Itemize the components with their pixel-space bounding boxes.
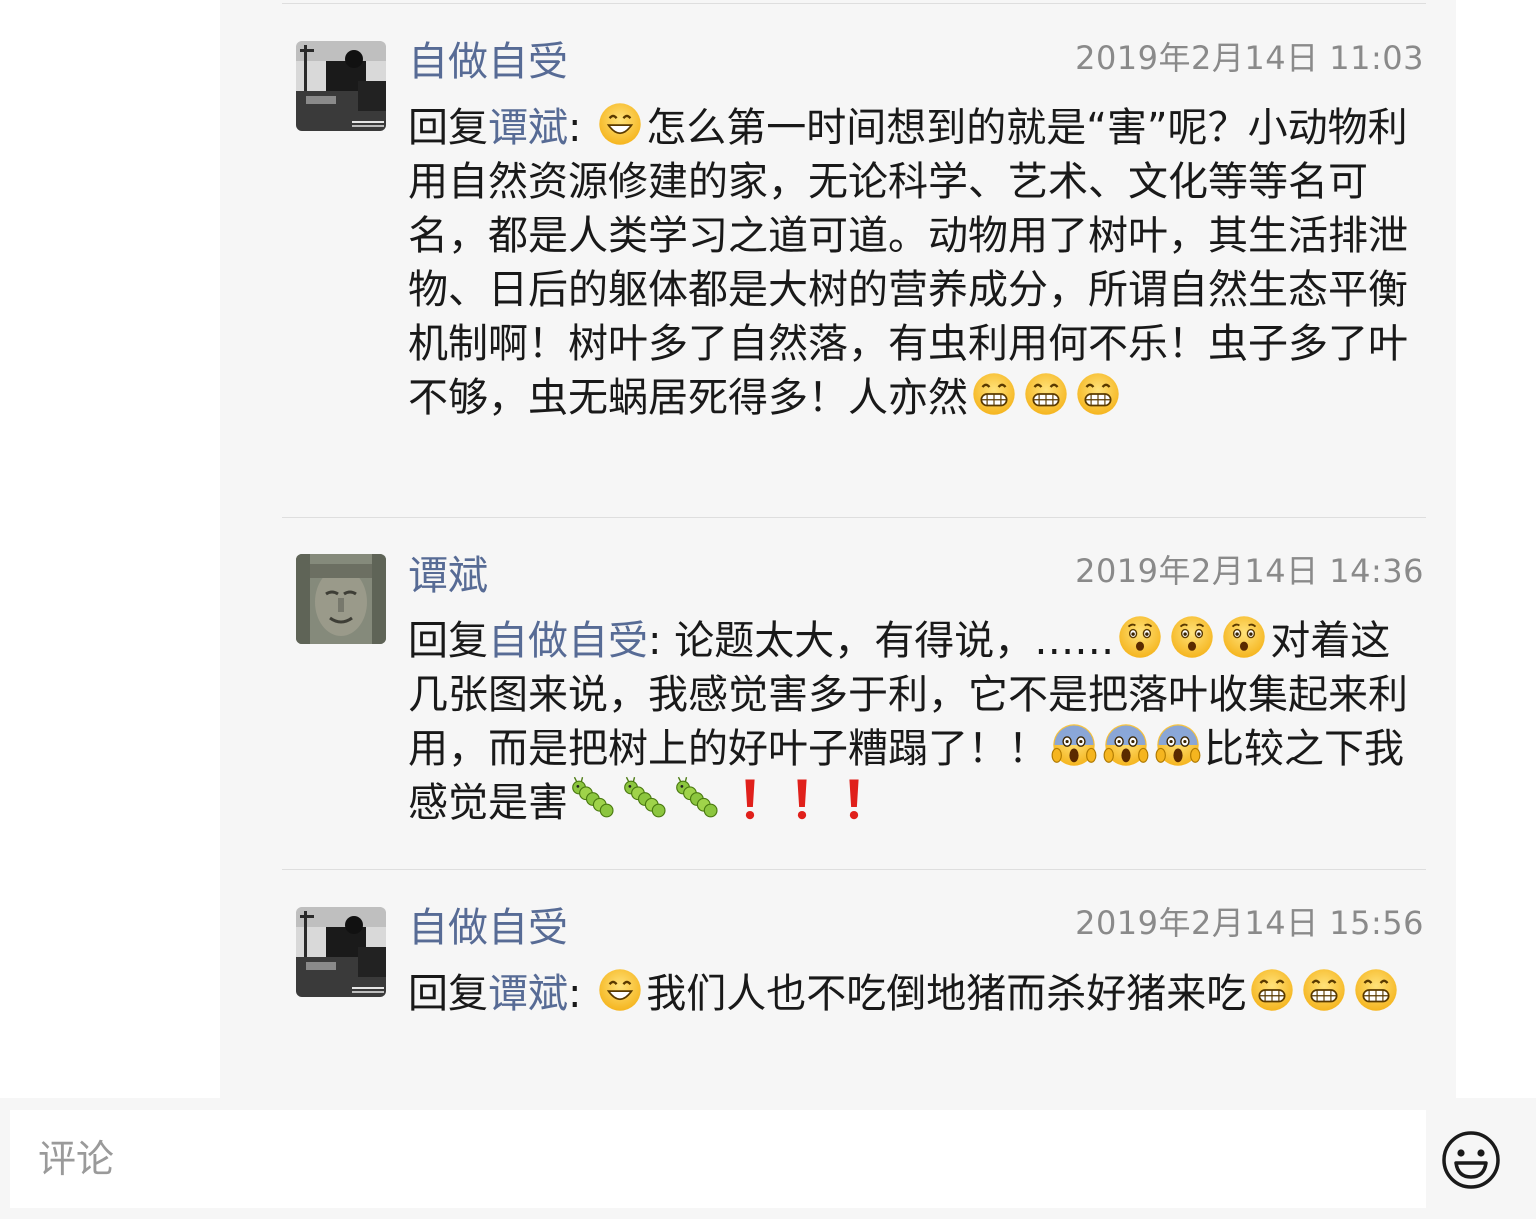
comment-divider [282,517,1426,518]
comment-author[interactable]: 谭斌 [408,552,488,600]
grin-emoji [1023,371,1069,417]
comment-timestamp: 2019年2月14日 14:36 [1075,552,1424,590]
comment-timestamp: 2019年2月14日 15:56 [1075,904,1424,942]
caterpillar-emoji [571,776,617,822]
reply-colon: : [648,618,675,664]
scream-emoji [1155,722,1201,768]
grin-emoji [1353,967,1399,1013]
comment-timestamp: 2019年2月14日 11:03 [1075,39,1424,77]
comment-input-bar [0,1098,1536,1219]
grin-emoji [1249,967,1295,1013]
smile-emoji [597,101,643,147]
reply-target-link[interactable]: 谭斌 [488,971,568,1017]
avatar[interactable] [296,41,386,131]
avatar[interactable] [296,907,386,997]
smiley-icon [1442,1131,1500,1189]
reply-target-link[interactable]: 自做自受 [488,618,648,664]
reply-target-link[interactable]: 谭斌 [488,105,568,151]
avatar[interactable] [296,554,386,644]
grin-emoji [1301,967,1347,1013]
comment-body: 回复谭斌: 怎么第一时间想到的就是“害”呢？小动物利用自然资源修建的家，无论科学… [408,101,1418,425]
scream-emoji [1103,722,1149,768]
comment-text: 我们人也不吃倒地猪而杀好猪来吃 [646,971,1247,1017]
comment-divider [282,869,1426,870]
comment-input[interactable] [10,1110,1426,1208]
exclamation-emoji [831,776,877,822]
comment-body: 回复自做自受: 论题太大，有得说，…… 对着这几张图来说，我感觉害多于利，它不是把… [408,614,1418,830]
exclamation-emoji [779,776,825,822]
reply-colon: : [568,971,595,1017]
grin-emoji [1075,371,1121,417]
astonished-emoji [1221,614,1267,660]
grin-emoji [971,371,1017,417]
comment-author[interactable]: 自做自受 [408,904,568,952]
comment-body: 回复谭斌: 我们人也不吃倒地猪而杀好猪来吃 [408,967,1418,1021]
caterpillar-emoji [623,776,669,822]
caterpillar-emoji [675,776,721,822]
reply-prefix: 回复 [408,971,488,1017]
reply-prefix: 回复 [408,105,488,151]
reply-colon: : [568,105,595,151]
comment-author[interactable]: 自做自受 [408,38,568,86]
astonished-emoji [1117,614,1163,660]
emoji-picker-button[interactable] [1440,1129,1502,1191]
smile-emoji [597,967,643,1013]
scream-emoji [1051,722,1097,768]
comment-text: 怎么第一时间想到的就是“害”呢？小动物利用自然资源修建的家，无论科学、艺术、文化… [408,105,1408,421]
comment-divider [282,3,1426,4]
comment-text: 论题太大，有得说，…… [674,618,1115,664]
exclamation-emoji [727,776,773,822]
astonished-emoji [1169,614,1215,660]
reply-prefix: 回复 [408,618,488,664]
